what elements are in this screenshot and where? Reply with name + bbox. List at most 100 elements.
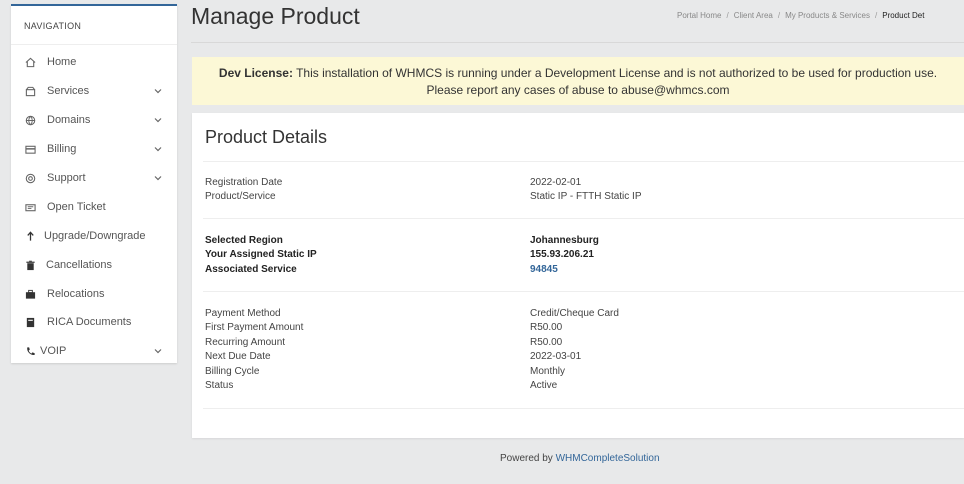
detail-row-recurring-amount: Recurring Amount R50.00 [205,337,945,351]
detail-row-first-payment: First Payment Amount R50.00 [205,322,945,336]
breadcrumb-current: Product Det [882,11,925,20]
detail-row-status: Status Active [205,380,945,394]
detail-row-registration-date: Registration Date 2022-02-01 [205,177,945,191]
detail-row-payment-method: Payment Method Credit/Cheque Card [205,308,945,322]
sidebar-item-billing[interactable]: Billing [11,135,177,163]
detail-label: Next Due Date [205,351,271,362]
footer-text: Powered by [500,453,556,464]
sidebar-item-rica-documents[interactable]: RICA Documents [11,308,177,336]
detail-value: Monthly [530,366,566,377]
sidebar-item-label: Support [47,172,86,184]
alert-line-2: Please report any cases of abuse to abus… [426,83,730,97]
sidebar-item-services[interactable]: Services [11,77,177,105]
detail-row-product-service: Product/Service Static IP - FTTH Static … [205,191,945,205]
sidebar-item-label: Open Ticket [47,201,106,213]
detail-value: 2022-03-01 [530,351,582,362]
detail-label: Product/Service [205,191,276,202]
card-title: Product Details [205,127,328,147]
sidebar-item-label: Home [47,56,77,68]
header-divider [191,42,964,43]
detail-label: First Payment Amount [205,322,304,333]
card-divider [203,218,964,219]
associated-service-link[interactable]: 94845 [530,264,558,275]
breadcrumb-client-area[interactable]: Client Area [734,11,773,20]
sidebar: NAVIGATION Home Services Domains Billing… [11,4,177,363]
detail-label: Registration Date [205,177,283,188]
globe-icon [24,114,36,126]
trash-icon [24,259,36,271]
detail-row-static-ip: Your Assigned Static IP 155.93.206.21 [205,249,945,263]
sidebar-divider [11,44,177,45]
sidebar-item-open-ticket[interactable]: Open Ticket [11,193,177,221]
chevron-down-icon[interactable] [153,144,163,154]
card-divider [203,408,964,409]
sidebar-item-label: Domains [47,114,91,126]
detail-label: Status [205,380,234,391]
detail-label: Associated Service [205,264,297,275]
home-icon [24,56,36,68]
footer: Powered by WHMCompleteSolution [500,453,660,464]
lifebuoy-icon [24,172,36,184]
ticket-icon [24,201,36,213]
detail-label: Your Assigned Static IP [205,249,317,260]
detail-value: Credit/Cheque Card [530,308,619,319]
box-icon [24,85,36,97]
detail-label: Recurring Amount [205,337,286,348]
sidebar-item-cancellations[interactable]: Cancellations [11,251,177,279]
sidebar-item-label: Relocations [47,288,105,300]
sidebar-item-label: Billing [47,143,77,155]
footer-link[interactable]: WHMCompleteSolution [556,453,660,464]
sidebar-item-label: Cancellations [46,259,113,271]
detail-row-billing-cycle: Billing Cycle Monthly [205,366,945,380]
detail-value: Johannesburg [530,235,599,246]
page-title: Manage Product [191,3,360,29]
breadcrumb-separator: / [875,11,878,20]
detail-value: Active [530,380,558,391]
sidebar-item-home[interactable]: Home [11,48,177,76]
detail-label: Billing Cycle [205,366,260,377]
detail-label: Selected Region [205,235,283,246]
detail-row-associated-service: Associated Service 94845 [205,264,945,278]
briefcase-icon [24,288,36,300]
alert-line-1: Dev License: This installation of WHMCS … [192,65,964,82]
book-icon [24,316,36,328]
detail-label: Payment Method [205,308,281,319]
sidebar-item-label: Services [47,85,90,97]
breadcrumb-portal-home[interactable]: Portal Home [677,11,721,20]
phone-icon [24,345,36,357]
sidebar-heading: NAVIGATION [24,21,82,31]
breadcrumb-separator: / [777,11,781,20]
detail-value: Static IP - FTTH Static IP [530,191,642,202]
breadcrumb-separator: / [726,11,729,20]
detail-value: 94845 [530,264,558,275]
detail-value: R50.00 [530,337,563,348]
chevron-down-icon[interactable] [153,346,163,356]
detail-value: 2022-02-01 [530,177,582,188]
chevron-down-icon[interactable] [153,173,163,183]
sidebar-item-label: Upgrade/Downgrade [44,230,146,242]
sidebar-item-label: VOIP [40,345,67,357]
alert-message: This installation of WHMCS is running un… [292,66,938,80]
sidebar-item-upgrade-downgrade[interactable]: Upgrade/Downgrade [11,222,177,250]
sidebar-item-voip[interactable]: VOIP [11,337,177,365]
sidebar-item-domains[interactable]: Domains [11,106,177,134]
detail-row-selected-region: Selected Region Johannesburg [205,235,945,249]
detail-value: 155.93.206.21 [530,249,594,260]
product-details-card: Product Details Registration Date 2022-0… [192,113,964,438]
card-divider [203,291,964,292]
sidebar-item-support[interactable]: Support [11,164,177,192]
detail-value: R50.00 [530,322,563,333]
page: NAVIGATION Home Services Domains Billing… [0,0,964,484]
sidebar-item-relocations[interactable]: Relocations [11,280,177,308]
card-divider [203,161,964,162]
sidebar-item-label: RICA Documents [47,316,132,328]
detail-row-next-due-date: Next Due Date 2022-03-01 [205,351,945,365]
chevron-down-icon[interactable] [153,86,163,96]
credit-card-icon [24,143,36,155]
breadcrumb: Portal Home / Client Area / My Products & Se… [677,11,924,20]
breadcrumb-my-products-services[interactable]: My Products & Services [785,11,870,20]
chevron-down-icon[interactable] [153,115,163,125]
arrow-up-icon [24,230,36,242]
dev-license-alert: Dev License: This installation of WHMCS … [192,57,964,105]
alert-strong: Dev License: [218,66,293,80]
